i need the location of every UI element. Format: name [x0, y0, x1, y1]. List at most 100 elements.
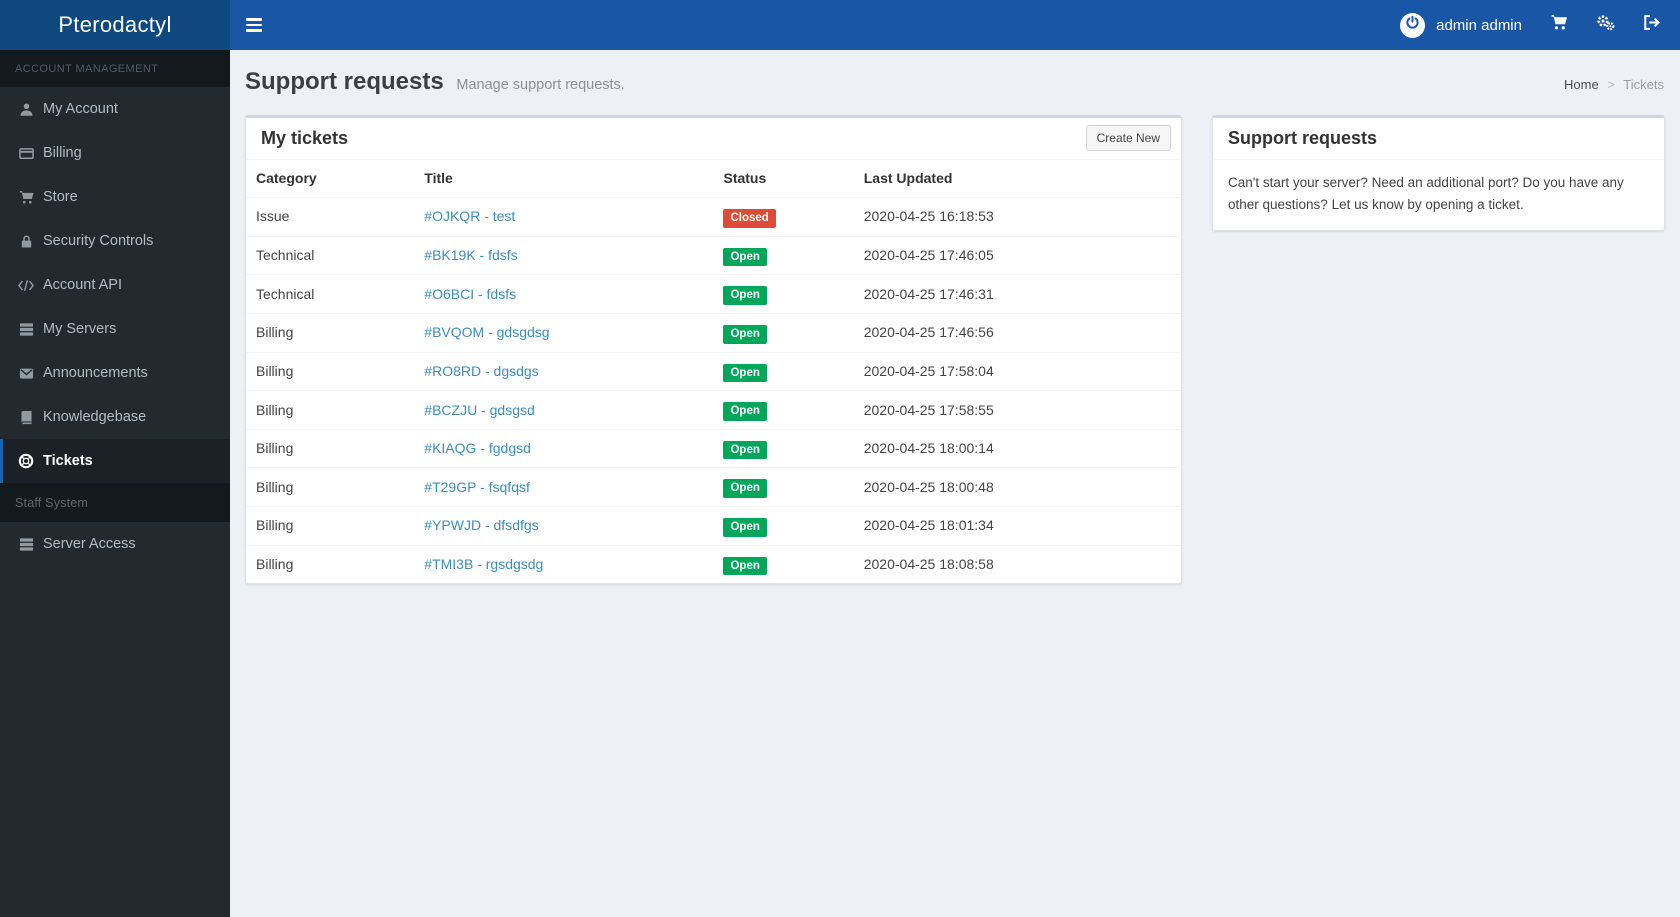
sidebar-item-label: My Servers: [43, 321, 117, 337]
sign-out-icon: [1642, 14, 1660, 36]
ticket-title-link[interactable]: #BVQOM - gdsgdsg: [424, 324, 549, 340]
panel-title: Support requests: [1228, 128, 1378, 148]
sidebar-item-label: Billing: [43, 145, 82, 161]
sidebar-item-announcements[interactable]: Announcements: [0, 351, 230, 395]
lock-icon: [18, 234, 34, 249]
sidebar: Pterodactyl ACCOUNT MANAGEMENT My Accoun…: [0, 0, 230, 917]
sidebar-item-label: Tickets: [43, 453, 93, 469]
logout-button[interactable]: [1628, 0, 1674, 50]
sidebar-item-label: Security Controls: [43, 233, 154, 249]
sidebar-item-my-servers[interactable]: My Servers: [0, 307, 230, 351]
status-badge: Open: [723, 286, 767, 305]
panel-title: My tickets: [261, 128, 349, 148]
sidebar-item-label: Knowledgebase: [43, 409, 147, 425]
ticket-category: Technical: [246, 235, 415, 275]
app-root: Pterodactyl ACCOUNT MANAGEMENT My Accoun…: [0, 0, 1680, 917]
sidebar-item-knowledgebase[interactable]: Knowledgebase: [0, 395, 230, 439]
ticket-title-link[interactable]: #RO8RD - dgsdgs: [424, 363, 538, 379]
status-badge: Open: [723, 440, 767, 460]
credit-card-icon: [18, 146, 34, 161]
status-badge: Open: [723, 247, 767, 267]
sidebar-item-security-controls[interactable]: Security Controls: [0, 219, 230, 263]
cogs-icon: [1596, 14, 1615, 36]
ticket-category: Billing: [246, 390, 415, 430]
brand-name: Pterodactyl: [58, 12, 172, 37]
server-icon: [18, 537, 34, 552]
navbar-right: admin admin: [1386, 0, 1680, 50]
ticket-title-link[interactable]: #BK19K - fdsfs: [424, 247, 517, 263]
sidebar-item-billing[interactable]: Billing: [0, 131, 230, 175]
ticket-title-link[interactable]: #BCZJU - gdsgsd: [424, 402, 534, 418]
sidebar-item-label: Server Access: [43, 536, 136, 552]
page-title: Support requests: [245, 68, 444, 95]
ticket-category: Issue: [246, 197, 415, 237]
store-cart-button[interactable]: [1536, 0, 1582, 50]
cart-icon: [18, 190, 34, 205]
hamburger-menu-button[interactable]: [230, 0, 278, 50]
breadcrumb-separator: >: [1607, 77, 1615, 92]
sidebar-item-server-access[interactable]: Server Access: [0, 522, 230, 566]
ticket-row: Billing #RO8RD - dgsdgs Open 2020-04-25 …: [246, 351, 1181, 391]
envelope-icon: [18, 366, 34, 381]
ticket-title-link[interactable]: #O6BCI - fdsfs: [424, 286, 516, 302]
top-navbar: admin admin: [230, 0, 1680, 50]
user-name: admin admin: [1436, 16, 1522, 34]
ticket-updated: 2020-04-25 18:00:14: [853, 428, 1181, 468]
support-info-panel: Support requests Can't start your server…: [1212, 115, 1665, 232]
power-icon: [1405, 15, 1420, 35]
ticket-updated: 2020-04-25 18:01:34: [853, 506, 1181, 546]
sidebar-item-tickets[interactable]: Tickets: [0, 439, 230, 483]
ticket-title-link[interactable]: #YPWJD - dfsdfgs: [424, 517, 538, 533]
status-badge: Open: [723, 556, 767, 576]
breadcrumb-home-link[interactable]: Home: [1564, 77, 1599, 92]
ticket-category: Billing: [246, 351, 415, 391]
brand-logo[interactable]: Pterodactyl: [0, 0, 230, 50]
ticket-updated: 2020-04-25 17:58:55: [853, 390, 1181, 430]
code-icon: [18, 279, 34, 292]
ticket-updated: 2020-04-25 17:46:31: [853, 274, 1181, 314]
status-badge: Open: [723, 402, 767, 421]
sidebar-item-account-api[interactable]: Account API: [0, 263, 230, 307]
ticket-row: Billing #BCZJU - gdsgsd Open 2020-04-25 …: [246, 390, 1181, 430]
ticket-category: Technical: [246, 274, 415, 314]
user-icon: [18, 102, 34, 117]
ticket-updated: 2020-04-25 17:46:56: [853, 312, 1181, 353]
ticket-updated: 2020-04-25 18:00:48: [853, 467, 1181, 507]
ticket-row: Billing #KIAQG - fgdgsd Open 2020-04-25 …: [246, 428, 1181, 468]
admin-settings-button[interactable]: [1582, 0, 1628, 50]
sidebar-item-store[interactable]: Store: [0, 175, 230, 219]
ticket-category: Billing: [246, 428, 415, 468]
user-avatar: [1400, 12, 1426, 38]
ticket-title-link[interactable]: #T29GP - fsqfqsf: [424, 479, 530, 495]
ticket-title-link[interactable]: #TMI3B - rgsdgsdg: [424, 556, 543, 572]
create-new-button[interactable]: Create New: [1085, 125, 1171, 151]
ticket-row: Technical #BK19K - fdsfs Open 2020-04-25…: [246, 235, 1181, 275]
ticket-row: Billing #BVQOM - gdsgdsg Open 2020-04-25…: [246, 312, 1181, 353]
ticket-updated: 2020-04-25 16:18:53: [853, 197, 1181, 237]
status-badge: Closed: [723, 209, 776, 228]
cart-icon: [1550, 14, 1568, 36]
tickets-table: Category Title Status Last Updated Issue…: [246, 160, 1181, 584]
my-tickets-panel-header: My tickets Create New: [246, 118, 1181, 160]
user-menu[interactable]: admin admin: [1386, 0, 1536, 50]
sidebar-item-my-account[interactable]: My Account: [0, 87, 230, 131]
ticket-row: Billing #YPWJD - dfsdfgs Open 2020-04-25…: [246, 506, 1181, 546]
page-header: Support requests Manage support requests…: [230, 50, 1680, 102]
ticket-category: Billing: [246, 506, 415, 546]
tickets-table-header-row: Category Title Status Last Updated: [246, 160, 1181, 198]
ticket-row: Billing #T29GP - fsqfqsf Open 2020-04-25…: [246, 467, 1181, 507]
status-badge: Open: [723, 518, 767, 537]
ticket-title-link[interactable]: #KIAQG - fgdgsd: [424, 440, 531, 456]
sidebar-item-label: My Account: [43, 101, 118, 117]
ticket-updated: 2020-04-25 17:46:05: [853, 235, 1181, 275]
breadcrumb-current: Tickets: [1623, 77, 1664, 92]
content-row: My tickets Create New Category Title Sta…: [230, 115, 1680, 585]
sidebar-section-account-management: ACCOUNT MANAGEMENT: [0, 50, 230, 87]
life-ring-icon: [18, 453, 34, 469]
ticket-title-link[interactable]: #OJKQR - test: [424, 208, 515, 224]
sidebar-section-staff-system: Staff System: [0, 483, 230, 522]
ticket-category: Billing: [246, 467, 415, 507]
book-icon: [18, 410, 34, 425]
column-header-category: Category: [256, 170, 317, 186]
page-subtitle: Manage support requests.: [456, 77, 625, 93]
